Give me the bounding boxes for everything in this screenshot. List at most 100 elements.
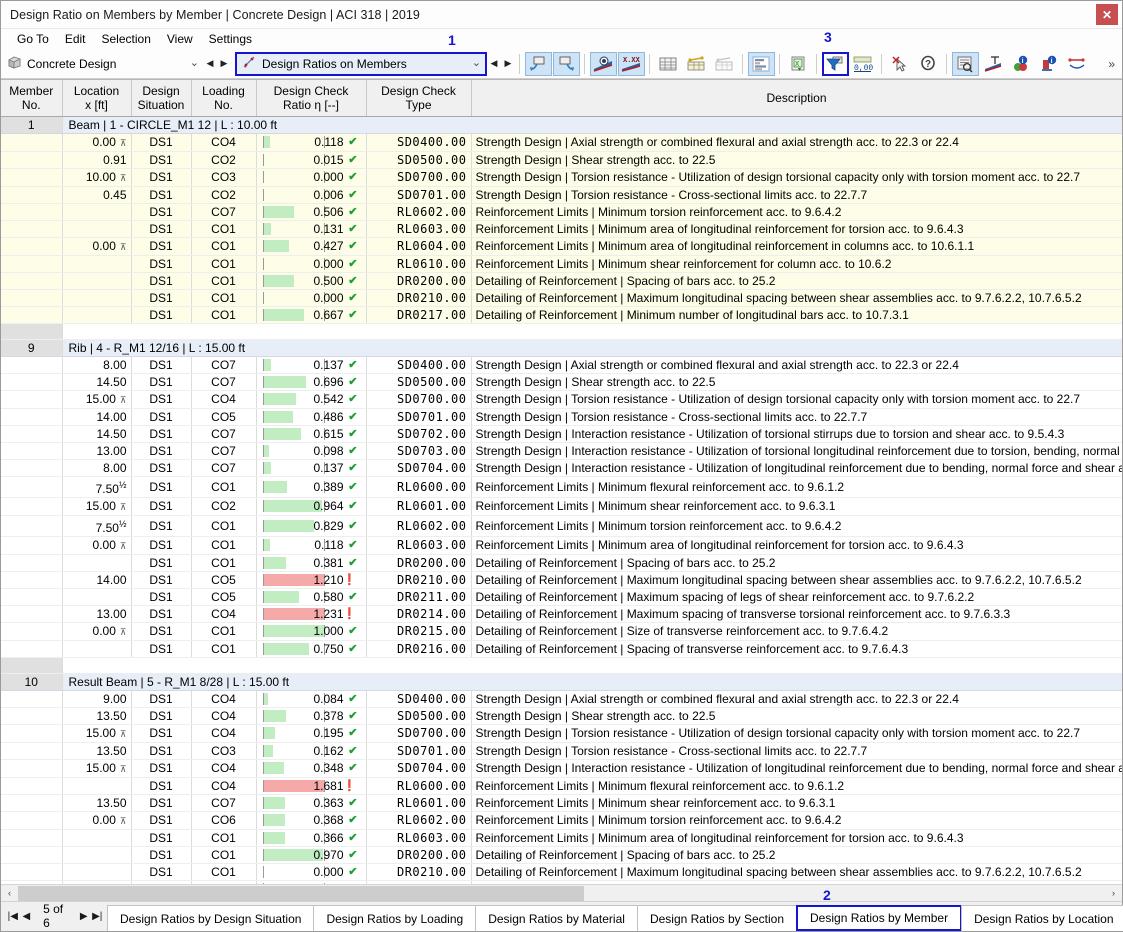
table-row[interactable]: 0.00 ⊼ DS1 CO4 0.118 ✔ SD0400.00 Strength Desig…: [1, 133, 1122, 152]
print-preview-icon[interactable]: [951, 51, 979, 76]
result-values-icon[interactable]: X.XX: [617, 51, 645, 76]
info-red-icon[interactable]: i: [1036, 52, 1063, 76]
tab-design-ratios-by-location[interactable]: Design Ratios by Location: [961, 905, 1123, 931]
filter-icon[interactable]: [821, 51, 849, 76]
check-icon: ✔: [348, 642, 358, 655]
table-highlight-icon[interactable]: [683, 52, 710, 76]
table-row[interactable]: 15.00 ⊼ DS1 CO4 0.348 ✔ SD0704.00 Strength Desi…: [1, 759, 1122, 778]
table-row[interactable]: 0.00 ⊼ DS1 CO6 0.368 ✔ RL0602.00 Reinforcement …: [1, 811, 1122, 830]
tab-design-ratios-by-member[interactable]: Design Ratios by Member: [796, 905, 963, 931]
undo-view-icon[interactable]: [524, 51, 552, 76]
tab-design-ratios-by-loading[interactable]: Design Ratios by Loading: [313, 905, 477, 931]
table-prev-button[interactable]: ◀: [487, 53, 501, 75]
group-header-row[interactable]: 1 Beam | 1 - CIRCLE_M1 12 | L : 10.00 ft: [1, 116, 1122, 134]
table-row[interactable]: 13.50 DS1 CO3 0.162 ✔ SD0701.00 Strength Desig…: [1, 742, 1122, 760]
tab-design-ratios-by-section[interactable]: Design Ratios by Section: [636, 905, 798, 931]
table-row[interactable]: 15.00 ⊼ DS1 CO4 0.542 ✔ SD0700.00 Strength Desi…: [1, 390, 1122, 409]
table-row[interactable]: 13.50 DS1 CO7 0.363 ✔ RL0601.00 Reinforcement …: [1, 794, 1122, 812]
menu-item-selection[interactable]: Selection: [94, 31, 159, 47]
tab-design-ratios-by-design-situation[interactable]: Design Ratios by Design Situation: [107, 905, 315, 931]
table-row[interactable]: DS1 CO1 0.131 ✔ RL0603.00 Reinforcement Limit…: [1, 220, 1122, 238]
module-next-button[interactable]: ▶: [217, 53, 231, 75]
toolbar-overflow-button[interactable]: »: [1108, 57, 1122, 71]
redo-view-icon[interactable]: [552, 51, 580, 76]
scroll-left-button[interactable]: ‹: [1, 885, 18, 902]
table-chart-icon[interactable]: [747, 51, 775, 76]
table-row[interactable]: 13.50 DS1 CO4 0.378 ✔ SD0500.00 Strength Desig…: [1, 707, 1122, 725]
table-row[interactable]: 15.00 ⊼ DS1 CO4 0.195 ✔ SD0700.00 Strength Desi…: [1, 724, 1122, 743]
info-green-icon[interactable]: i: [1008, 52, 1035, 76]
col-header-ratio[interactable]: Design Check Ratio η [--]: [256, 80, 367, 117]
table-row[interactable]: DS1 CO5 0.580 ✔ DR0211.00 Detailing of Reinfo…: [1, 588, 1122, 606]
last-page-button[interactable]: ▶|: [90, 904, 104, 928]
menu-item-goto[interactable]: Go To: [9, 31, 57, 47]
table-next-button[interactable]: ▶: [501, 53, 515, 75]
col-header-location[interactable]: Location x [ft]: [62, 80, 132, 117]
menu-item-settings[interactable]: Settings: [201, 31, 260, 47]
table-row[interactable]: 14.00 DS1 CO5 0.486 ✔ SD0701.00 Strength Desig…: [1, 408, 1122, 426]
chevron-down-icon[interactable]: ⌄: [180, 58, 199, 69]
help-icon[interactable]: ?: [915, 52, 942, 76]
table-row[interactable]: DS1 CO1 0.000 ✔ RL0610.00 Reinforcement Limit…: [1, 255, 1122, 273]
scroll-right-button[interactable]: ›: [1105, 885, 1122, 902]
table-row[interactable]: 14.00 DS1 CO5 1.210 ❗ DR0210.00 Detailing of R…: [1, 571, 1122, 589]
chevron-down-icon-2[interactable]: ⌄: [462, 58, 481, 69]
table-row[interactable]: DS1 CO1 0.500 ✔ DR0200.00 Detailing of Reinfo…: [1, 272, 1122, 290]
module-prev-button[interactable]: ◀: [203, 53, 217, 75]
table-row[interactable]: 9.00 DS1 CO4 0.084 ✔ SD0400.00 Strength Design…: [1, 690, 1122, 708]
close-button[interactable]: ✕: [1096, 4, 1118, 25]
menu-item-view[interactable]: View: [159, 31, 201, 47]
table-row[interactable]: 0.00 ⊼ DS1 CO1 1.000 ✔ DR0215.00 Detailing of R…: [1, 622, 1122, 641]
cell-design-ratio: 0.381 ✔: [256, 554, 367, 572]
table-row[interactable]: DS1 CO1 0.000 ✔ DR0210.00 Detailing of Reinfo…: [1, 863, 1122, 881]
module-combo[interactable]: Concrete Design ⌄: [5, 53, 203, 75]
group-header-row[interactable]: 9 Rib | 4 - R_M1 12/16 | L : 15.00 ft: [1, 339, 1122, 357]
col-header-description[interactable]: Description: [471, 80, 1122, 117]
decimal-places-icon[interactable]: 0,00: [850, 52, 877, 76]
table-row[interactable]: 8.00 DS1 CO7 0.137 ✔ SD0704.00 Strength Design…: [1, 459, 1122, 477]
table-row[interactable]: DS1 CO1 0.366 ✔ RL0603.00 Reinforcement Limit…: [1, 829, 1122, 847]
member-result-icon[interactable]: [980, 52, 1007, 76]
menu-item-edit[interactable]: Edit: [57, 31, 94, 47]
scrollbar-track[interactable]: [18, 885, 1105, 901]
table-row[interactable]: DS1 CO4 1.681 ❗ RL0600.00 Reinforcement Limit…: [1, 777, 1122, 795]
deflection-icon[interactable]: [1064, 52, 1091, 76]
result-diagram-icon[interactable]: [589, 51, 617, 76]
table-empty-icon[interactable]: [711, 52, 738, 76]
table-row[interactable]: 0.91 DS1 CO2 0.015 ✔ SD0500.00 Strength Design…: [1, 151, 1122, 169]
results-table-container[interactable]: Member No. Location x [ft] Design Situat…: [1, 79, 1122, 884]
table-row[interactable]: DS1 CO1 0.970 ✔ DR0200.00 Detailing of Reinfo…: [1, 846, 1122, 864]
table-selector-combo[interactable]: I Design Ratios on Members ⌄: [235, 51, 487, 76]
horizontal-scrollbar[interactable]: ‹ ›: [1, 884, 1122, 901]
table-row[interactable]: DS1 CO1 0.667 ✔ DR0217.00 Detailing of Reinfo…: [1, 306, 1122, 324]
table-row[interactable]: 10.00 ⊼ DS1 CO3 0.000 ✔ SD0700.00 Strength Desi…: [1, 168, 1122, 187]
table-row[interactable]: 7.50½ DS1 CO1 0.829 ✔ RL0602.00 Reinforcement …: [1, 515, 1122, 537]
col-header-loading-no[interactable]: Loading No.: [191, 80, 257, 117]
table-all-icon[interactable]: [655, 52, 682, 76]
col-header-design-situation[interactable]: Design Situation: [131, 80, 192, 117]
table-row[interactable]: DS1 CO1 0.750 ✔ DR0216.00 Detailing of Reinfo…: [1, 640, 1122, 658]
scrollbar-thumb[interactable]: [18, 885, 584, 901]
deselect-icon[interactable]: [887, 52, 914, 76]
table-row[interactable]: 15.00 ⊼ DS1 CO2 0.964 ✔ RL0601.00 Reinforcement…: [1, 497, 1122, 516]
col-header-check-type[interactable]: Design Check Type: [366, 80, 472, 117]
table-row[interactable]: 14.50 DS1 CO7 0.696 ✔ SD0500.00 Strength Desig…: [1, 373, 1122, 391]
prev-page-button[interactable]: ◀: [20, 904, 34, 928]
export-excel-icon[interactable]: X: [785, 52, 812, 76]
table-row[interactable]: 0.00 ⊼ DS1 CO1 0.427 ✔ RL0604.00 Reinforcement …: [1, 237, 1122, 256]
table-row[interactable]: 8.00 DS1 CO7 0.137 ✔ SD0400.00 Strength Design…: [1, 356, 1122, 374]
tab-design-ratios-by-material[interactable]: Design Ratios by Material: [475, 905, 638, 931]
next-page-button[interactable]: ▶: [77, 904, 91, 928]
first-page-button[interactable]: |◀: [6, 904, 20, 928]
col-header-member-no[interactable]: Member No.: [1, 80, 63, 117]
table-row[interactable]: 13.00 DS1 CO7 0.098 ✔ SD0703.00 Strength Desig…: [1, 442, 1122, 460]
table-row[interactable]: DS1 CO1 0.000 ✔ DR0210.00 Detailing of Reinfo…: [1, 289, 1122, 307]
table-row[interactable]: DS1 CO7 0.506 ✔ RL0602.00 Reinforcement Limit…: [1, 203, 1122, 221]
table-row[interactable]: 14.50 DS1 CO7 0.615 ✔ SD0702.00 Strength Desig…: [1, 425, 1122, 443]
table-row[interactable]: 13.00 DS1 CO4 1.231 ❗ DR0214.00 Detailing of R…: [1, 605, 1122, 623]
group-header-row[interactable]: 10 Result Beam | 5 - R_M1 8/28 | L : 15.0…: [1, 673, 1122, 691]
table-row[interactable]: 7.50½ DS1 CO1 0.389 ✔ RL0600.00 Reinforcement …: [1, 476, 1122, 498]
table-row[interactable]: 0.45 DS1 CO2 0.006 ✔ SD0701.00 Strength Design…: [1, 186, 1122, 204]
table-row[interactable]: DS1 CO1 0.381 ✔ DR0200.00 Detailing of Reinfo…: [1, 554, 1122, 572]
table-row[interactable]: 0.00 ⊼ DS1 CO1 0.118 ✔ RL0603.00 Reinforcement …: [1, 536, 1122, 555]
